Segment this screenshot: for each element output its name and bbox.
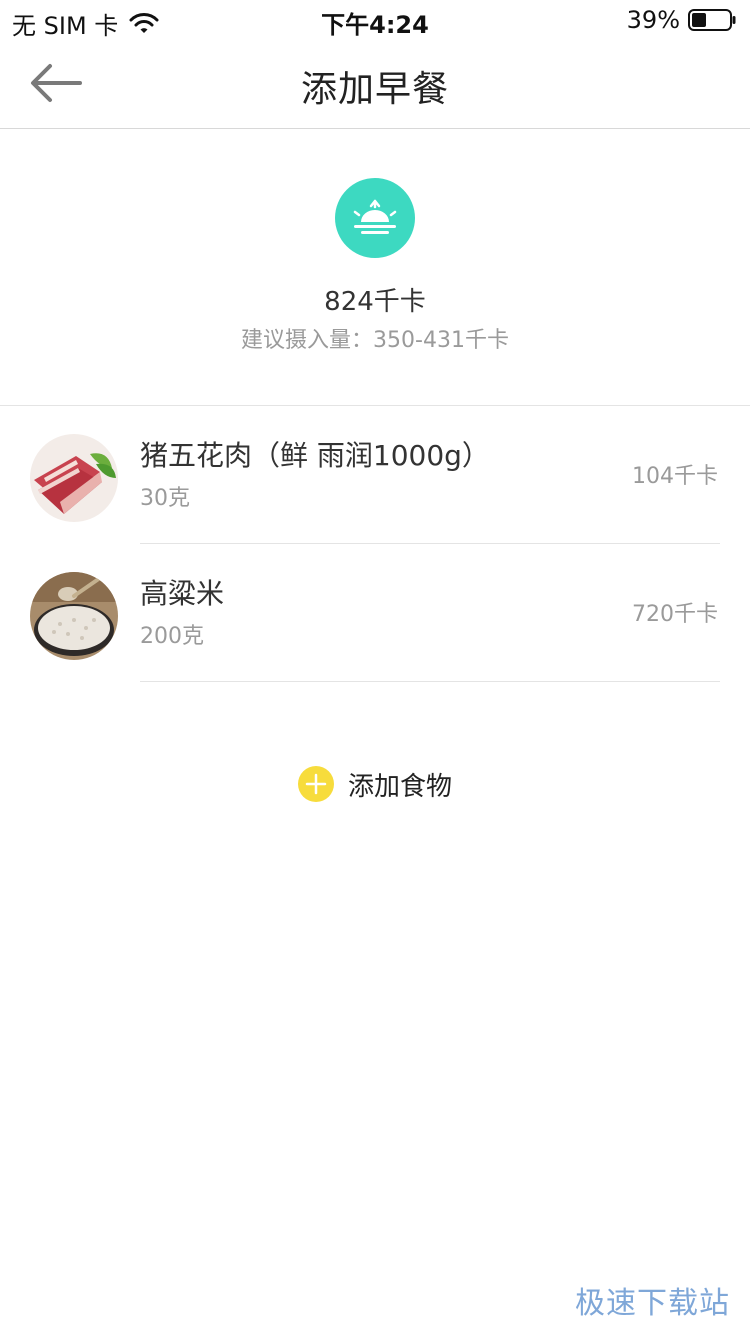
nav-bar: 添加早餐 — [0, 40, 750, 129]
battery-icon — [688, 9, 736, 31]
battery-percent: 39% — [626, 6, 680, 34]
list-item[interactable]: 高粱米 200克 720千卡 — [0, 544, 750, 682]
food-calories: 720千卡 — [632, 602, 718, 627]
plus-circle-icon — [297, 766, 334, 802]
add-food-button[interactable]: 添加食物 — [0, 764, 750, 804]
list-item[interactable]: 猪五花肉（鲜 雨润1000g） 30克 104千卡 — [0, 406, 750, 544]
sunrise-icon — [335, 178, 415, 258]
total-calories: 824千卡 — [324, 287, 426, 317]
divider — [140, 681, 720, 682]
food-image — [30, 434, 118, 522]
battery-status: 39% — [627, 6, 736, 34]
food-image — [30, 572, 118, 660]
suggested-intake: 建议摄入量：350-431千卡 — [241, 328, 509, 353]
add-food-label: 添加食物 — [347, 771, 452, 802]
page-title: 添加早餐 — [300, 69, 449, 110]
status-bar: 无 SIM 卡 下午4:24 39% — [0, 0, 750, 40]
food-calories: 104千卡 — [632, 464, 718, 489]
watermark: 极速下载站 — [575, 1286, 730, 1321]
food-name: 高粱米 — [140, 577, 225, 610]
meal-summary: 824千卡 建议摄入量：350-431千卡 — [0, 129, 750, 406]
food-list: 猪五花肉（鲜 雨润1000g） 30克 104千卡 高粱米 200克 720千卡 — [0, 406, 750, 682]
food-name: 猪五花肉（鲜 雨润1000g） — [140, 439, 490, 472]
food-amount: 30克 — [140, 486, 190, 511]
food-amount: 200克 — [140, 624, 204, 649]
